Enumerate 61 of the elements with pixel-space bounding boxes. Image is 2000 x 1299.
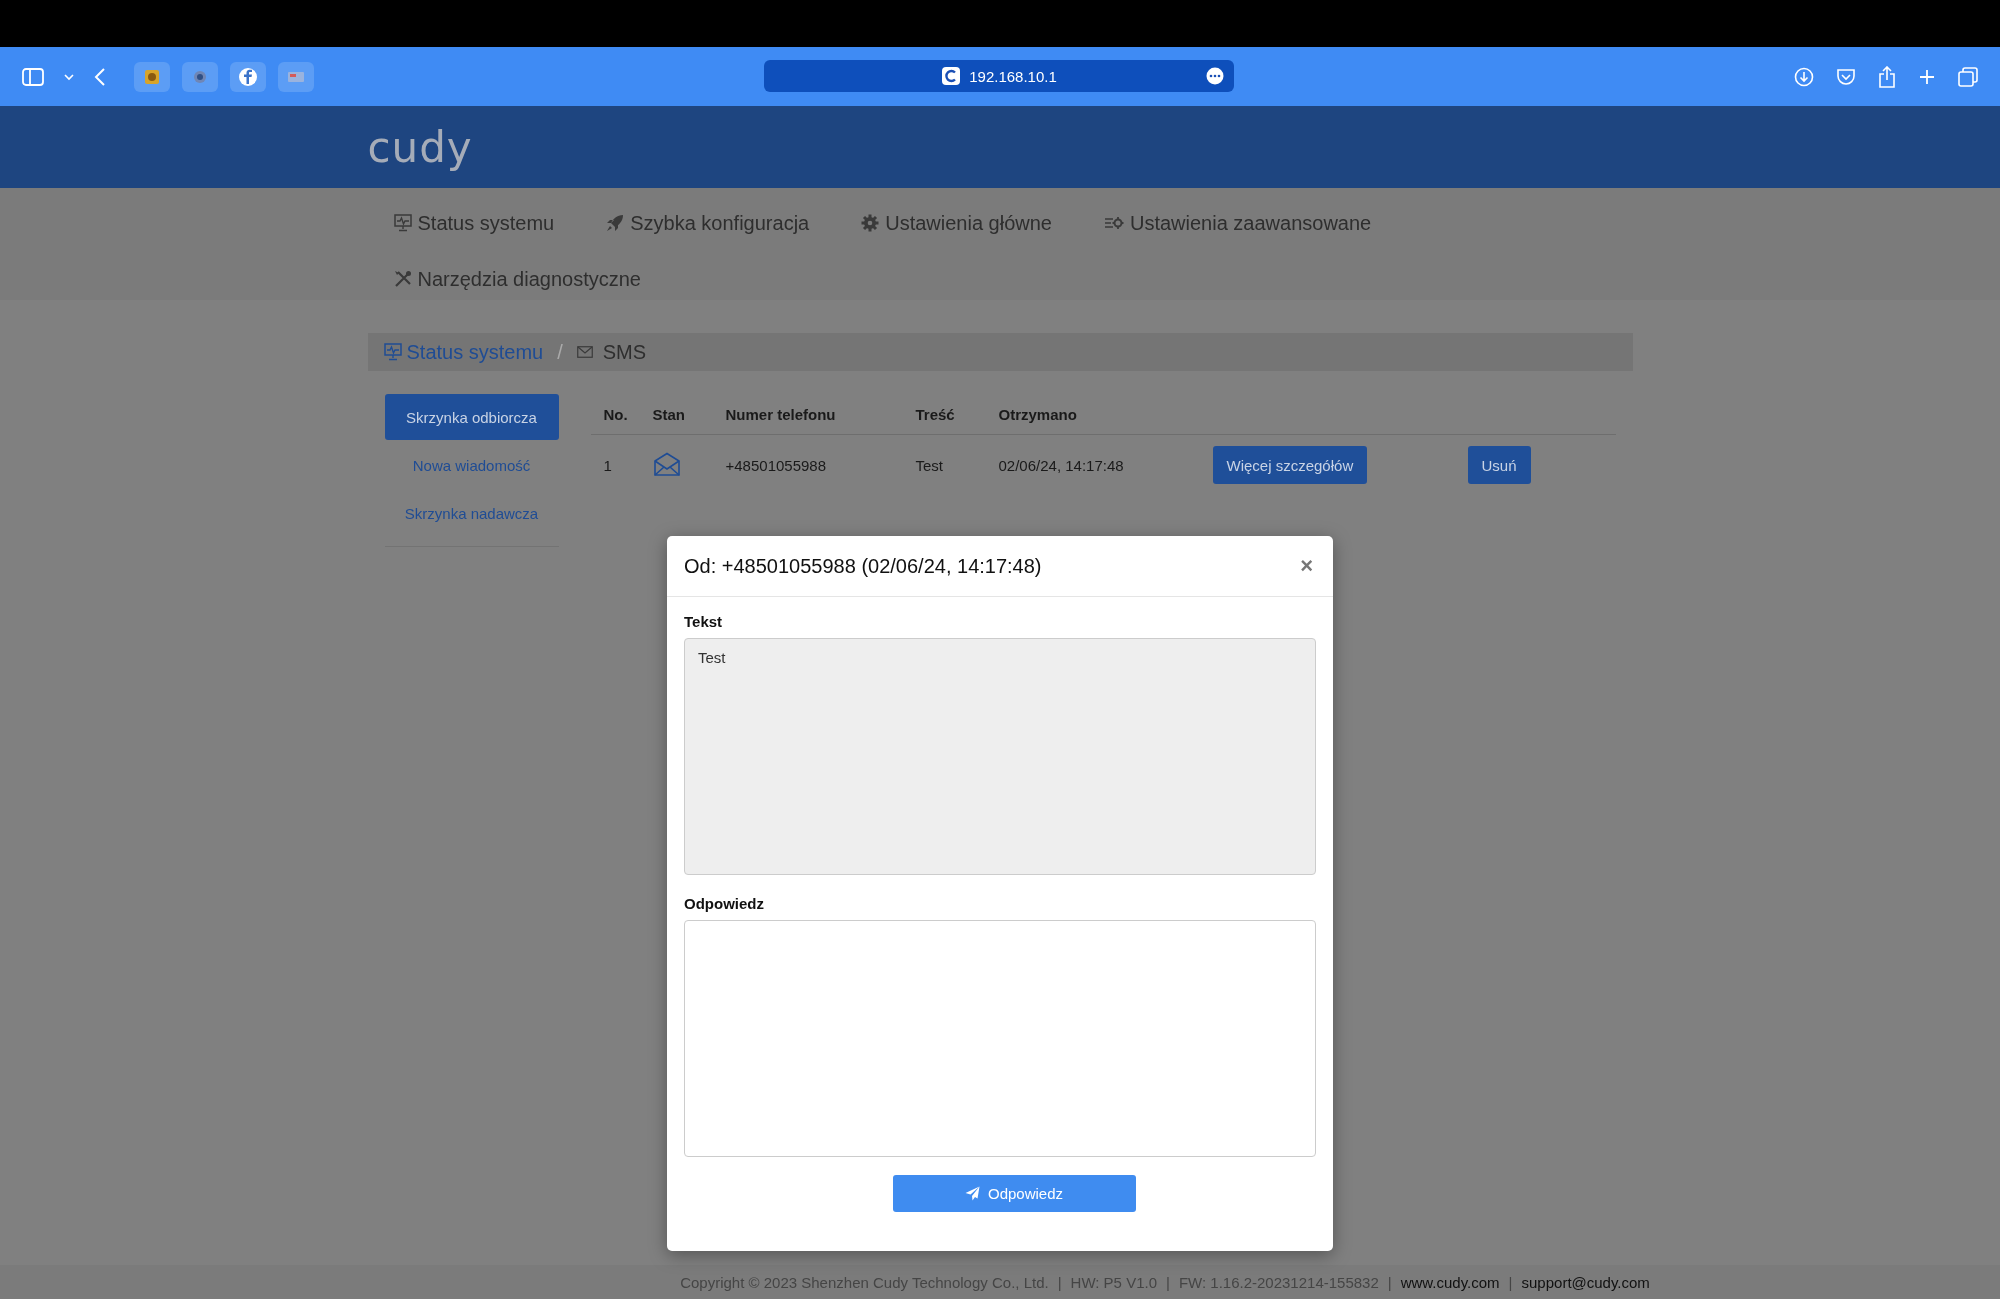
gear-icon bbox=[861, 214, 880, 232]
table-cell-text: Test bbox=[915, 456, 944, 474]
details-button[interactable]: Więcej szczegółów bbox=[1212, 446, 1368, 484]
more-icon[interactable] bbox=[1206, 67, 1224, 85]
nav-item[interactable]: Status systemu bbox=[393, 205, 555, 241]
column-header: Treść bbox=[915, 405, 956, 423]
sidebar-item[interactable]: Nowa wiadomość bbox=[384, 442, 559, 488]
download-icon[interactable] bbox=[1794, 66, 1814, 87]
tab-button[interactable] bbox=[230, 61, 266, 92]
footer-separator: | bbox=[1508, 1273, 1513, 1291]
table-cell-text: +48501055988 bbox=[725, 456, 828, 474]
column-header: Stan bbox=[652, 405, 686, 423]
tools-icon bbox=[393, 270, 412, 288]
field-label: Odpowiedz bbox=[684, 895, 765, 912]
sidebar-item[interactable]: Skrzynka nadawcza bbox=[384, 490, 559, 536]
favicon-icon bbox=[144, 68, 160, 85]
nav-item[interactable]: Szybka konfiguracja bbox=[606, 205, 810, 241]
message-field[interactable] bbox=[684, 920, 1316, 1157]
address-bar[interactable]: 192.168.10.1 bbox=[764, 60, 1234, 92]
reply-button[interactable]: Odpowiedz bbox=[892, 1175, 1136, 1212]
sidebar-icon[interactable] bbox=[22, 67, 44, 86]
site-icon bbox=[941, 66, 962, 86]
tabs-icon[interactable] bbox=[1958, 66, 1978, 87]
monitor-icon bbox=[383, 343, 402, 361]
chevron-down-icon[interactable] bbox=[64, 72, 74, 81]
tab-button[interactable] bbox=[134, 61, 170, 92]
dialog-title: Od: +48501055988 (02/06/24, 14:17:48) bbox=[684, 554, 1042, 578]
plus-icon[interactable] bbox=[1918, 67, 1936, 86]
logo[interactable]: cudy bbox=[367, 122, 473, 172]
tab-button[interactable] bbox=[182, 61, 218, 92]
footer-separator: | bbox=[1166, 1273, 1170, 1291]
footer-link[interactable]: www.cudy.com bbox=[1400, 1273, 1500, 1291]
nav-item[interactable]: Ustawienia główne bbox=[861, 205, 1052, 241]
address-text: 192.168.10.1 bbox=[969, 67, 1057, 85]
monitor-icon bbox=[393, 214, 412, 232]
pocket-icon[interactable] bbox=[1836, 66, 1856, 87]
column-header: Numer telefonu bbox=[725, 405, 837, 423]
footer-link[interactable]: support@cudy.com bbox=[1521, 1273, 1650, 1291]
close-button[interactable]: × bbox=[1296, 553, 1317, 579]
footer-separator: | bbox=[1387, 1273, 1392, 1291]
send-icon bbox=[964, 1186, 980, 1201]
favicon-icon bbox=[238, 66, 258, 87]
favicon-icon bbox=[192, 68, 208, 85]
column-header: No. bbox=[602, 405, 629, 423]
sidebar-item[interactable]: Skrzynka odbiorcza bbox=[384, 394, 559, 440]
footer-separator: | bbox=[1057, 1273, 1062, 1291]
breadcrumb-current: SMS bbox=[602, 340, 647, 364]
nav-item[interactable]: Narzędzia diagnostyczne bbox=[393, 261, 641, 297]
delete-button[interactable]: Usuń bbox=[1467, 446, 1531, 484]
rocket-icon bbox=[606, 214, 625, 232]
field-label: Tekst bbox=[684, 613, 724, 630]
table-cell-text: 02/06/24, 14:17:48 bbox=[998, 456, 1125, 474]
favicon-icon bbox=[288, 71, 304, 82]
sliders-icon bbox=[1103, 215, 1124, 231]
breadcrumb-separator: / bbox=[557, 340, 563, 364]
table-cell-text: 1 bbox=[602, 456, 613, 474]
share-icon[interactable] bbox=[1878, 65, 1896, 88]
envelope-icon bbox=[576, 346, 593, 358]
nav-item[interactable]: Ustawienia zaawansowane bbox=[1103, 205, 1372, 241]
column-header: Otrzymano bbox=[998, 405, 1078, 423]
back-icon[interactable] bbox=[94, 67, 106, 86]
